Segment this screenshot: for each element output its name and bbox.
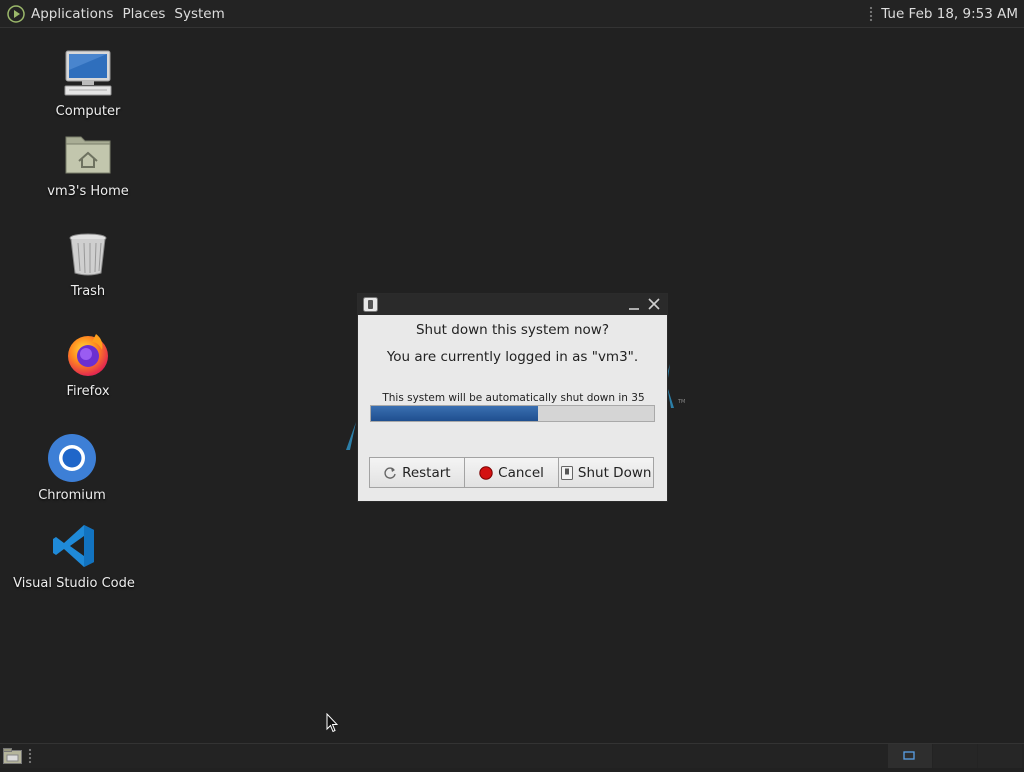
shutdown-button[interactable]: Shut Down	[559, 458, 654, 487]
firefox-icon	[62, 328, 114, 380]
shutdown-dialog: Shut down this system now? You are curre…	[357, 293, 668, 502]
dialog-subtitle: You are currently logged in as "vm3".	[386, 349, 639, 365]
distro-logo-icon[interactable]	[7, 4, 25, 23]
progress-fill	[371, 406, 538, 421]
desktop-icon-label: Trash	[70, 284, 106, 299]
restart-label: Restart	[402, 464, 451, 481]
workspace-1[interactable]	[888, 744, 932, 768]
shutdown-label: Shut Down	[577, 464, 652, 481]
workspace-2[interactable]	[933, 744, 977, 768]
desktop-icon-chromium[interactable]: Chromium	[32, 432, 112, 503]
top-panel: Applications Places System Tue Feb 18, 9…	[0, 0, 1024, 28]
trash-icon	[62, 228, 114, 280]
show-desktop-icon[interactable]	[3, 748, 22, 764]
desktop-icon-label: Visual Studio Code	[13, 576, 135, 591]
wallpaper-logo-fragment	[346, 422, 356, 450]
desktop-icon-computer[interactable]: Computer	[48, 48, 128, 119]
places-menu[interactable]: Places	[122, 6, 165, 22]
bottom-panel	[0, 743, 1024, 768]
desktop-icon-label: Chromium	[38, 488, 106, 503]
restart-button[interactable]: Restart	[370, 458, 465, 487]
panel-grip-handle[interactable]	[28, 748, 32, 764]
dialog-title: Shut down this system now?	[415, 322, 610, 338]
minimize-icon[interactable]	[626, 296, 642, 312]
cancel-icon	[479, 465, 493, 480]
svg-text:TM: TM	[677, 399, 685, 405]
system-menu[interactable]: System	[174, 6, 224, 22]
desktop-icon-vscode[interactable]: Visual Studio Code	[13, 520, 135, 591]
chromium-icon	[46, 432, 98, 484]
cancel-button[interactable]: Cancel	[464, 458, 560, 487]
computer-icon	[62, 48, 114, 100]
countdown-progress-bar	[370, 405, 655, 422]
dialog-app-icon	[363, 297, 378, 312]
home-folder-icon	[62, 128, 114, 180]
restart-icon	[383, 466, 397, 480]
workspace-3[interactable]	[978, 744, 1022, 768]
desktop-icon-firefox[interactable]: Firefox	[48, 328, 128, 399]
shutdown-icon	[560, 465, 573, 480]
workspace-window-icon	[903, 751, 915, 760]
desktop-icon-label: vm3's Home	[47, 184, 129, 199]
panel-clock[interactable]: Tue Feb 18, 9:53 AM	[881, 6, 1018, 22]
applications-menu[interactable]: Applications	[31, 6, 113, 22]
dialog-button-row: Restart Cancel Shut Down	[369, 457, 654, 488]
close-icon[interactable]	[646, 296, 662, 312]
vscode-icon	[48, 520, 100, 572]
desktop-icon-home[interactable]: vm3's Home	[38, 128, 138, 199]
cancel-label: Cancel	[498, 464, 544, 481]
mouse-pointer-icon	[326, 713, 338, 733]
desktop-icon-label: Firefox	[66, 384, 110, 399]
panel-grip-handle[interactable]	[869, 5, 874, 22]
desktop-icon-trash[interactable]: Trash	[48, 228, 128, 299]
desktop-icon-label: Computer	[55, 104, 121, 119]
dialog-titlebar[interactable]	[358, 294, 667, 315]
